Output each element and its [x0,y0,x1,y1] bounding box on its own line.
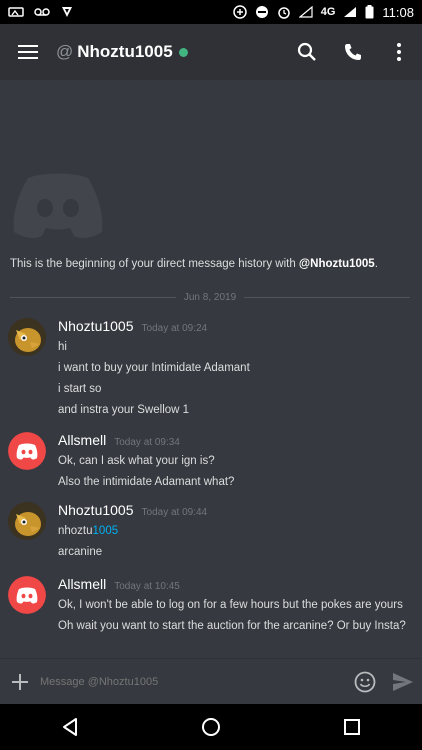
dm-username: Nhoztu1005 [77,42,173,61]
discord-logo-icon [8,170,108,240]
emoji-icon [354,671,376,692]
home-button[interactable] [181,704,241,750]
menu-icon [18,45,38,59]
message-text: i want to buy your Intimidate Adamant [58,362,250,374]
message-text: and instra your Swellow 1 [58,404,190,416]
avatar[interactable] [8,502,46,540]
message-text: arcanine [58,546,103,558]
message-text: Also the intimidate Adamant what? [58,476,235,488]
recents-button[interactable] [322,704,382,750]
message-timestamp: Today at 10:45 [114,581,180,592]
signal-strength-icon [344,7,357,17]
voicemail-icon [8,7,24,17]
message-author[interactable]: Allsmell [58,432,106,448]
status-bar: 4G 11:08 [0,0,422,24]
message-text: Oh wait you want to start the auction fo… [58,620,406,632]
network-type: 4G [320,6,336,18]
message-list[interactable]: This is the beginning of your direct mes… [0,80,422,658]
clock: 11:08 [382,4,414,20]
app-header: @ Nhoztu1005 [0,24,422,80]
battery-icon [365,5,374,19]
message-link[interactable]: 1005 [93,525,119,537]
channel-title: @ Nhoztu1005 [56,42,188,62]
at-symbol: @ [56,42,74,61]
message-text: nhoztu1005 [58,524,418,539]
message-author[interactable]: Nhoztu1005 [58,318,134,334]
message-text: i start so [58,383,102,395]
date-divider: Jun 8, 2019 [10,290,411,304]
avatar[interactable] [8,318,46,356]
home-icon [201,718,220,736]
message-composer [0,658,422,704]
online-status-indicator [178,47,188,57]
message-author[interactable]: Nhoztu1005 [58,502,134,518]
signal-icon [298,6,313,18]
send-icon [393,672,413,691]
dnd-icon [255,6,268,18]
back-icon [63,718,78,736]
intro-username[interactable]: @Nhoztu1005 [299,258,375,270]
back-button[interactable] [40,704,100,750]
message-text: Ok, I won't be able to log on for a few … [58,599,403,611]
message-author[interactable]: Allsmell [58,576,106,592]
phone-icon [345,44,361,60]
intro-text: This is the beginning of your direct mes… [10,258,299,270]
message-timestamp: Today at 09:44 [141,507,208,518]
emoji-button[interactable] [346,659,384,705]
divider-line [10,296,176,298]
recents-icon [343,719,360,735]
message-timestamp: Today at 09:34 [114,437,180,448]
call-button[interactable] [330,24,376,80]
menu-button[interactable] [0,24,56,80]
alarm-icon [277,7,290,19]
divider-line [244,296,411,298]
avatar[interactable] [8,432,46,470]
intro-suffix: . [374,258,378,270]
send-button[interactable] [384,659,422,705]
message-text: hi [58,341,67,353]
more-button[interactable] [376,24,422,80]
avatar[interactable] [8,576,46,614]
attach-button[interactable] [0,659,40,705]
message-timestamp: Today at 09:24 [141,323,208,334]
search-button[interactable] [284,24,330,80]
message-text-plain: nhoztu [58,525,93,537]
plus-icon [12,673,28,690]
message-text: Ok, can I ask what your ign is? [58,455,215,467]
message-input[interactable] [40,675,346,688]
search-icon [297,42,316,61]
divider-date: Jun 8, 2019 [183,291,237,303]
android-nav-bar [0,704,422,750]
app-icon [62,7,72,17]
more-icon [397,43,401,61]
notification-icon [34,8,50,16]
dm-history-intro: This is the beginning of your direct mes… [10,258,410,270]
data-saver-icon [232,5,247,19]
